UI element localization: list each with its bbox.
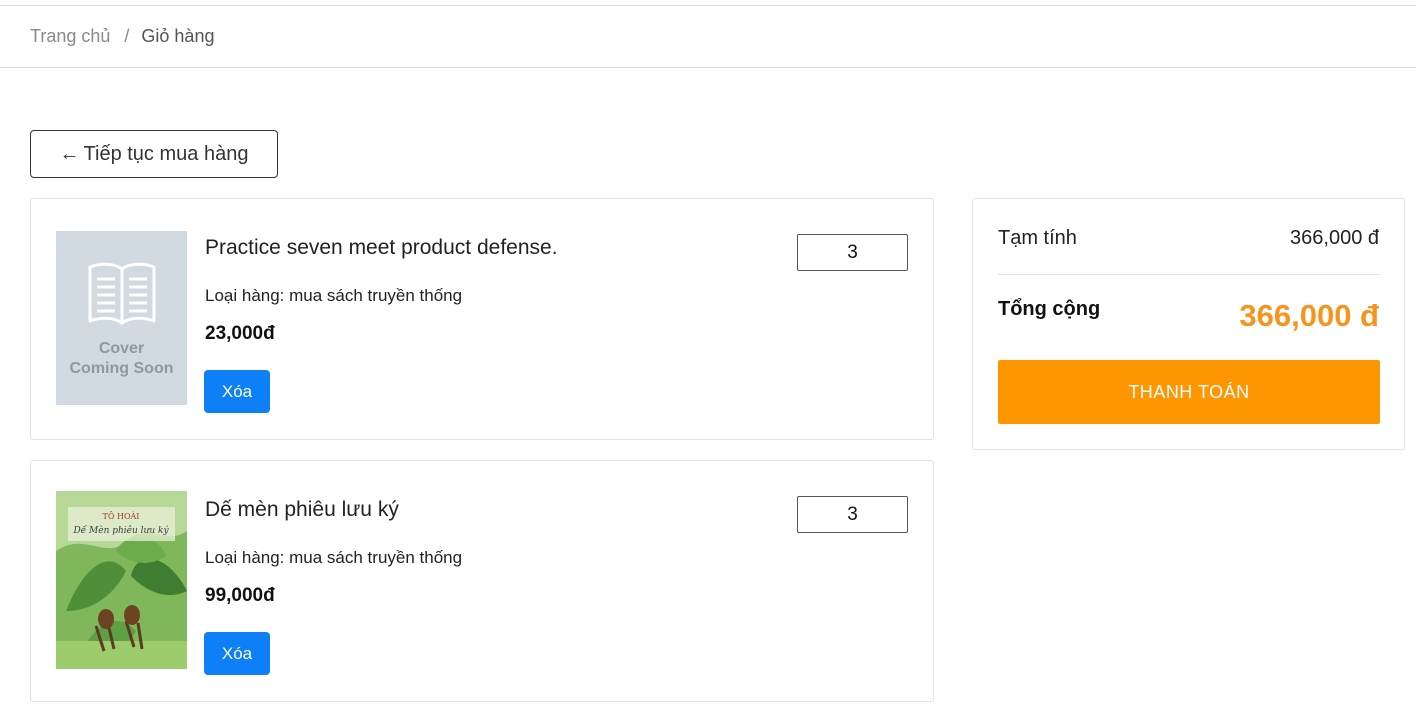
total-value: 366,000 đ (1239, 298, 1379, 333)
item-title[interactable]: Dế mèn phiêu lưu ký (205, 498, 399, 522)
continue-shopping-button[interactable]: ← Tiếp tục mua hàng (30, 130, 278, 178)
breadcrumb-bar: Trang chủ / Giỏ hàng (0, 6, 1416, 68)
item-price: 23,000đ (205, 323, 275, 344)
quantity-input[interactable] (797, 234, 908, 271)
delete-item-button[interactable]: Xóa (204, 632, 270, 675)
book-cover-image[interactable]: TÔ HOÀI Dế Mèn phiêu lưu ký (56, 491, 187, 669)
cover-author-text: TÔ HOÀI (103, 512, 140, 521)
order-summary: Tạm tính 366,000 đ Tổng cộng 366,000 đ T… (972, 198, 1405, 450)
quantity-input[interactable] (797, 496, 908, 533)
item-title[interactable]: Practice seven meet product defense. (205, 236, 558, 260)
total-label: Tổng cộng (998, 298, 1101, 320)
cart-item: TÔ HOÀI Dế Mèn phiêu lưu ký Dế mèn phiêu… (30, 460, 934, 702)
open-book-icon (88, 262, 155, 325)
book-cover-placeholder[interactable]: Cover Coming Soon (56, 231, 187, 405)
breadcrumb-current: Giỏ hàng (141, 26, 215, 46)
cover-placeholder-text: Cover Coming Soon (69, 340, 174, 377)
checkout-button[interactable]: THANH TOÁN (998, 360, 1380, 424)
item-price: 99,000đ (205, 585, 275, 606)
subtotal-value: 366,000 đ (1290, 227, 1379, 249)
item-type: Loại hàng: mua sách truyền thống (205, 548, 463, 567)
cart-item: Cover Coming Soon Practice seven meet pr… (30, 198, 934, 440)
item-type: Loại hàng: mua sách truyền thống (205, 286, 463, 305)
delete-item-button[interactable]: Xóa (204, 370, 270, 413)
breadcrumb: Trang chủ / Giỏ hàng (30, 26, 214, 47)
arrow-left-icon: ← (59, 142, 80, 165)
breadcrumb-separator: / (124, 26, 130, 46)
continue-shopping-label: Tiếp tục mua hàng (83, 142, 249, 165)
subtotal-label: Tạm tính (998, 227, 1077, 249)
cover-title-text: Dế Mèn phiêu lưu ký (72, 525, 169, 536)
breadcrumb-home-link[interactable]: Trang chủ (30, 26, 110, 47)
summary-divider (998, 274, 1380, 275)
book-cover-illustration: TÔ HOÀI Dế Mèn phiêu lưu ký (56, 491, 187, 669)
